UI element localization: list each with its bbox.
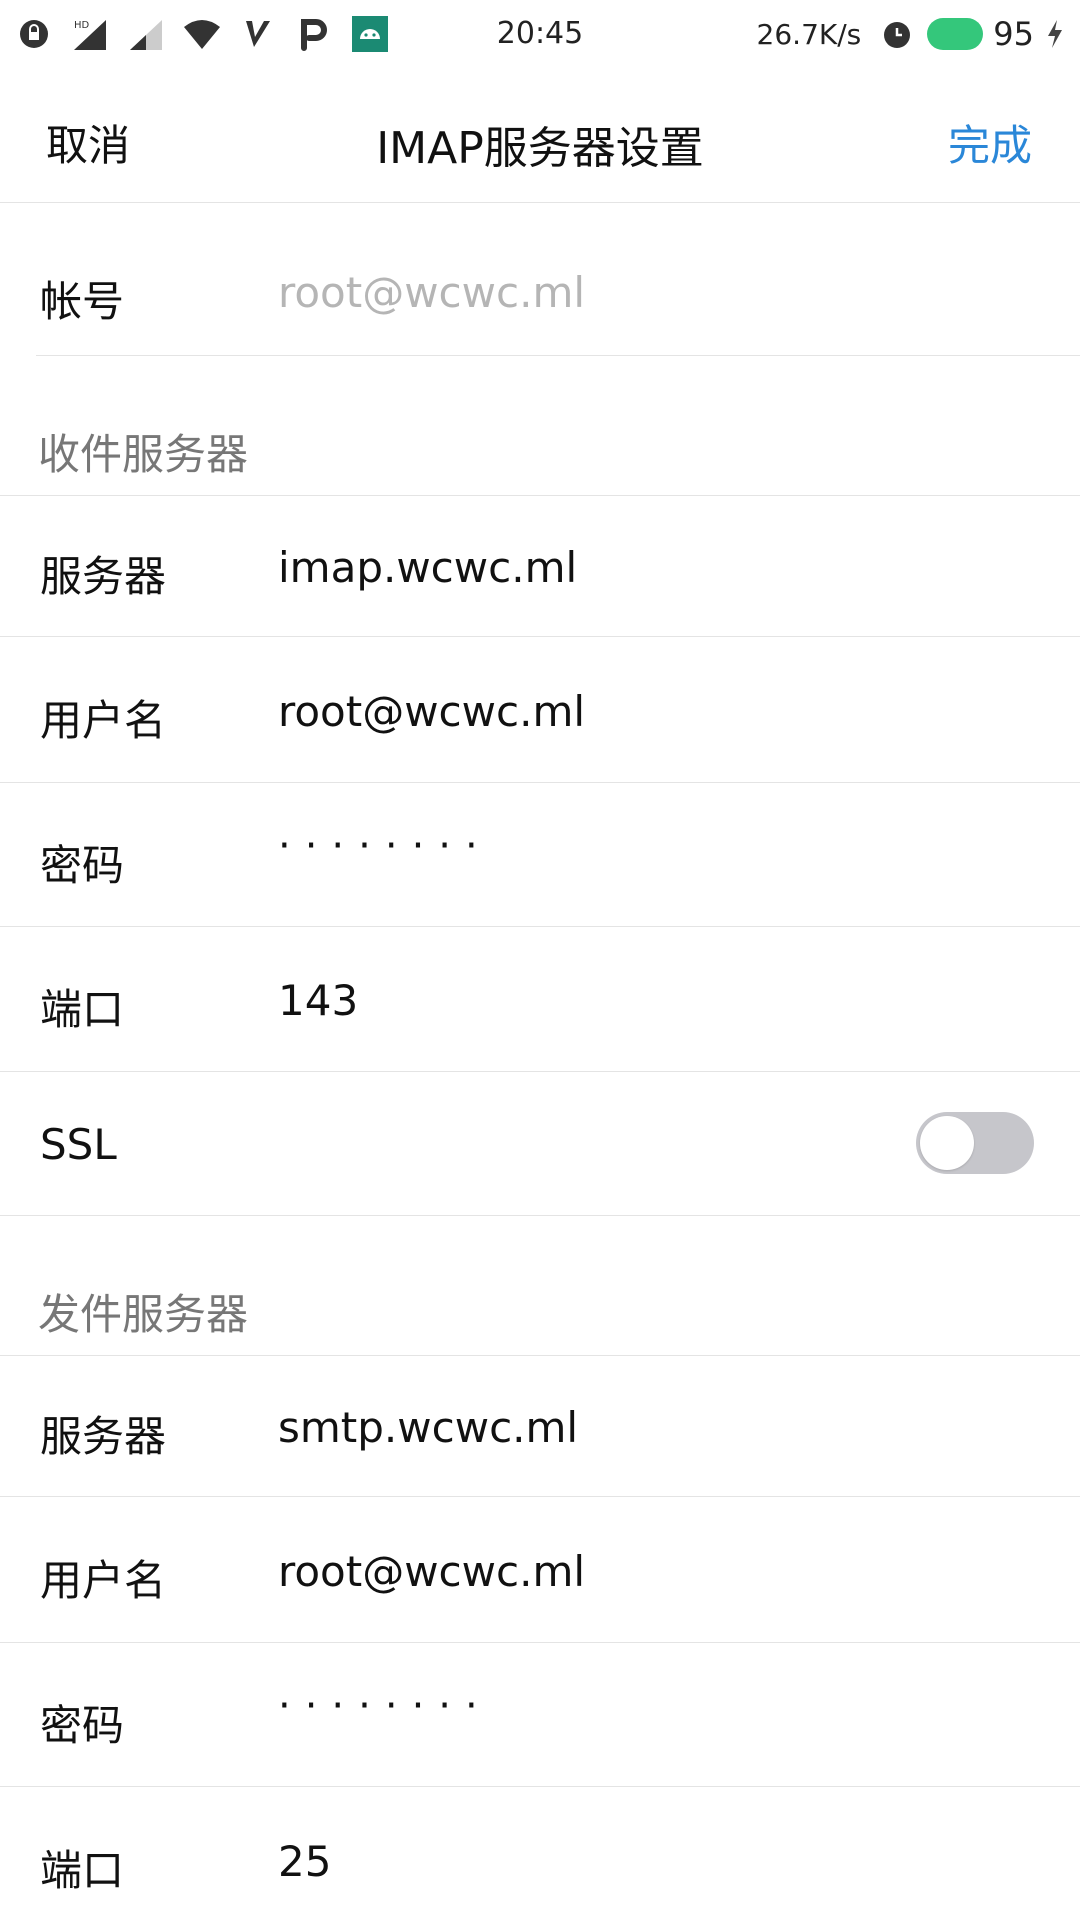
account-field[interactable]: root@wcwc.ml	[278, 268, 585, 317]
incoming-server-row[interactable]: 服务器 imap.wcwc.ml	[0, 496, 1080, 637]
outgoing-section-header: 发件服务器	[0, 1216, 1080, 1356]
outgoing-port-row[interactable]: 端口 25	[0, 1787, 1080, 1920]
outgoing-server-row[interactable]: 服务器 smtp.wcwc.ml	[0, 1356, 1080, 1497]
outgoing-server-label: 服务器	[40, 1412, 167, 1461]
incoming-username-label: 用户名	[40, 696, 167, 745]
outgoing-password-row[interactable]: 密码 ········	[0, 1643, 1080, 1787]
battery-level: 95	[993, 15, 1034, 53]
outgoing-password-label: 密码	[40, 1701, 125, 1750]
incoming-server-label: 服务器	[40, 552, 167, 601]
outgoing-password-field[interactable]: ········	[278, 1683, 492, 1729]
incoming-ssl-label: SSL	[40, 1120, 117, 1169]
status-bar: HD 20:45 26.7K/s 95	[0, 0, 1080, 68]
incoming-password-label: 密码	[40, 841, 125, 890]
incoming-username-field[interactable]: root@wcwc.ml	[278, 687, 585, 736]
outgoing-port-field[interactable]: 25	[278, 1837, 331, 1886]
incoming-username-row[interactable]: 用户名 root@wcwc.ml	[0, 637, 1080, 783]
outgoing-username-label: 用户名	[40, 1556, 167, 1605]
incoming-port-field[interactable]: 143	[278, 976, 358, 1025]
charging-icon	[1044, 14, 1066, 54]
done-button[interactable]: 完成	[948, 112, 1032, 173]
incoming-port-label: 端口	[40, 985, 125, 1034]
incoming-section-title: 收件服务器	[38, 430, 249, 479]
outgoing-server-field[interactable]: smtp.wcwc.ml	[278, 1403, 578, 1452]
status-icons-right: 26.7K/s 95	[757, 14, 1066, 54]
incoming-server-field[interactable]: imap.wcwc.ml	[278, 543, 577, 592]
incoming-password-field[interactable]: ········	[278, 823, 492, 869]
outgoing-port-label: 端口	[40, 1846, 125, 1895]
incoming-section-header: 收件服务器	[0, 356, 1080, 496]
ssl-toggle-knob	[920, 1116, 974, 1170]
outgoing-section-title: 发件服务器	[38, 1290, 249, 1339]
incoming-password-row[interactable]: 密码 ········	[0, 783, 1080, 927]
nav-bar: 取消 IMAP服务器设置 完成	[0, 68, 1080, 203]
account-row[interactable]: 帐号 root@wcwc.ml	[36, 203, 1080, 356]
incoming-port-row[interactable]: 端口 143	[0, 927, 1080, 1072]
account-label: 帐号	[40, 277, 125, 326]
alarm-icon	[877, 14, 917, 54]
outgoing-username-field[interactable]: root@wcwc.ml	[278, 1547, 585, 1596]
ssl-toggle[interactable]	[916, 1112, 1034, 1174]
incoming-ssl-row: SSL	[0, 1072, 1080, 1216]
battery-icon	[927, 18, 984, 50]
network-speed: 26.7K/s	[756, 17, 862, 51]
outgoing-username-row[interactable]: 用户名 root@wcwc.ml	[0, 1497, 1080, 1643]
page-title: IMAP服务器设置	[376, 123, 704, 174]
